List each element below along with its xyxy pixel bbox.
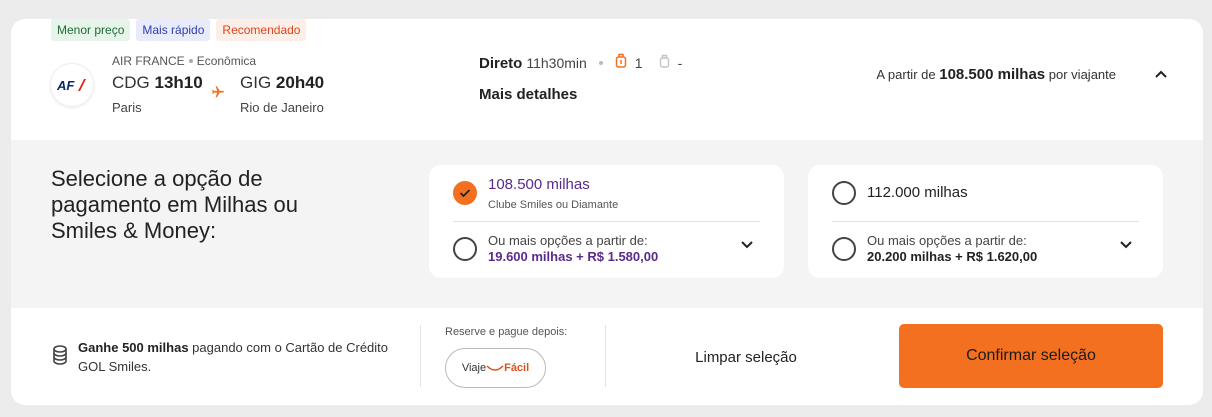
coins-icon bbox=[51, 344, 69, 371]
baggage-count: 1 bbox=[634, 55, 643, 71]
baggage-icon bbox=[615, 53, 627, 73]
dest-time: 20h40 bbox=[275, 73, 325, 92]
arrival: GIG 20h40 bbox=[240, 73, 324, 93]
cabin-class: Econômica bbox=[196, 54, 257, 68]
divider bbox=[420, 325, 421, 387]
card-promo-text: Ganhe 500 milhas pagando com o Cartão de… bbox=[78, 338, 418, 376]
origin-time: 13h10 bbox=[154, 73, 203, 92]
duration: 11h30min bbox=[526, 55, 587, 71]
air-france-logo-icon: AF bbox=[57, 78, 86, 92]
plane-icon bbox=[211, 85, 225, 104]
option-2-more-radio[interactable] bbox=[832, 237, 856, 261]
option-1-more-radio[interactable] bbox=[453, 237, 477, 261]
option-1-more-label: Ou mais opções a partir de: bbox=[488, 233, 648, 248]
payment-option-1[interactable]: 108.500 milhas Clube Smiles ou Diamante … bbox=[429, 165, 784, 278]
confirm-selection-button[interactable]: Confirmar seleção bbox=[899, 324, 1163, 388]
payment-option-2[interactable]: 112.000 milhas Ou mais opções a partir d… bbox=[808, 165, 1163, 278]
option-2-expand-chevron-icon[interactable] bbox=[1119, 237, 1133, 255]
flight-tags: Menor preço Mais rápido Recomendado bbox=[51, 19, 307, 41]
payment-section: Selecione a opção de pagamento em Milhas… bbox=[11, 140, 1203, 308]
separator-dot bbox=[188, 58, 193, 63]
option-1-expand-chevron-icon[interactable] bbox=[740, 237, 754, 255]
carry-on-value: - bbox=[677, 55, 683, 71]
option-2-miles: 112.000 milhas bbox=[867, 184, 968, 201]
carry-on-icon bbox=[659, 54, 670, 72]
flight-summary: Direto 11h30min 1 - bbox=[479, 53, 682, 73]
viaje-facil-button[interactable]: Viaje Fácil bbox=[445, 348, 546, 388]
airline-name: AIR FRANCE bbox=[112, 54, 185, 68]
collapse-chevron-up-icon[interactable] bbox=[1154, 67, 1168, 86]
viaje-text: Viaje bbox=[461, 362, 487, 374]
flight-card: Menor preço Mais rápido Recomendado AF A… bbox=[11, 19, 1203, 405]
tag-recommended: Recomendado bbox=[216, 19, 307, 41]
check-icon bbox=[459, 189, 471, 198]
payment-title: Selecione a opção de pagamento em Milhas… bbox=[51, 166, 299, 243]
divider bbox=[605, 325, 606, 387]
option-2-more-label: Ou mais opções a partir de: bbox=[867, 233, 1027, 248]
option-1-radio-checked[interactable] bbox=[453, 181, 477, 205]
smile-swoosh-icon bbox=[486, 365, 504, 371]
more-details-link[interactable]: Mais detalhes bbox=[479, 86, 577, 103]
reserve-label: Reserve e pague depois: bbox=[445, 326, 568, 338]
price-value: 108.500 milhas bbox=[939, 66, 1046, 83]
airline-info: AIR FRANCE Econômica bbox=[112, 54, 256, 68]
separator-dot bbox=[598, 61, 603, 65]
airline-logo: AF bbox=[51, 64, 93, 106]
option-1-subtitle: Clube Smiles ou Diamante bbox=[488, 199, 619, 211]
option-divider bbox=[453, 221, 760, 222]
tag-cheapest: Menor preço bbox=[51, 19, 131, 41]
origin-city: Paris bbox=[112, 100, 142, 115]
departure: CDG 13h10 bbox=[112, 73, 203, 93]
facil-text: Fácil bbox=[504, 362, 530, 374]
promo-bold: Ganhe 500 milhas bbox=[78, 340, 189, 355]
option-1-more-value: 19.600 milhas + R$ 1.580,00 bbox=[488, 249, 659, 264]
option-1-miles: 108.500 milhas bbox=[488, 176, 590, 193]
clear-selection-button[interactable]: Limpar seleção bbox=[651, 325, 841, 389]
stops-label: Direto bbox=[479, 54, 523, 72]
dest-code: GIG bbox=[240, 73, 272, 92]
option-divider bbox=[832, 221, 1139, 222]
price-prefix: A partir de bbox=[876, 67, 936, 82]
price-suffix: por viajante bbox=[1048, 67, 1116, 82]
option-2-more-value: 20.200 milhas + R$ 1.620,00 bbox=[867, 249, 1038, 264]
footer-bar: Ganhe 500 milhas pagando com o Cartão de… bbox=[11, 308, 1203, 405]
origin-code: CDG bbox=[112, 73, 150, 92]
price-summary: A partir de 108.500 milhas por viajante bbox=[876, 66, 1116, 83]
option-2-radio[interactable] bbox=[832, 181, 856, 205]
tag-fastest: Mais rápido bbox=[136, 19, 211, 41]
svg-text:AF: AF bbox=[57, 78, 75, 92]
dest-city: Rio de Janeiro bbox=[240, 100, 324, 115]
